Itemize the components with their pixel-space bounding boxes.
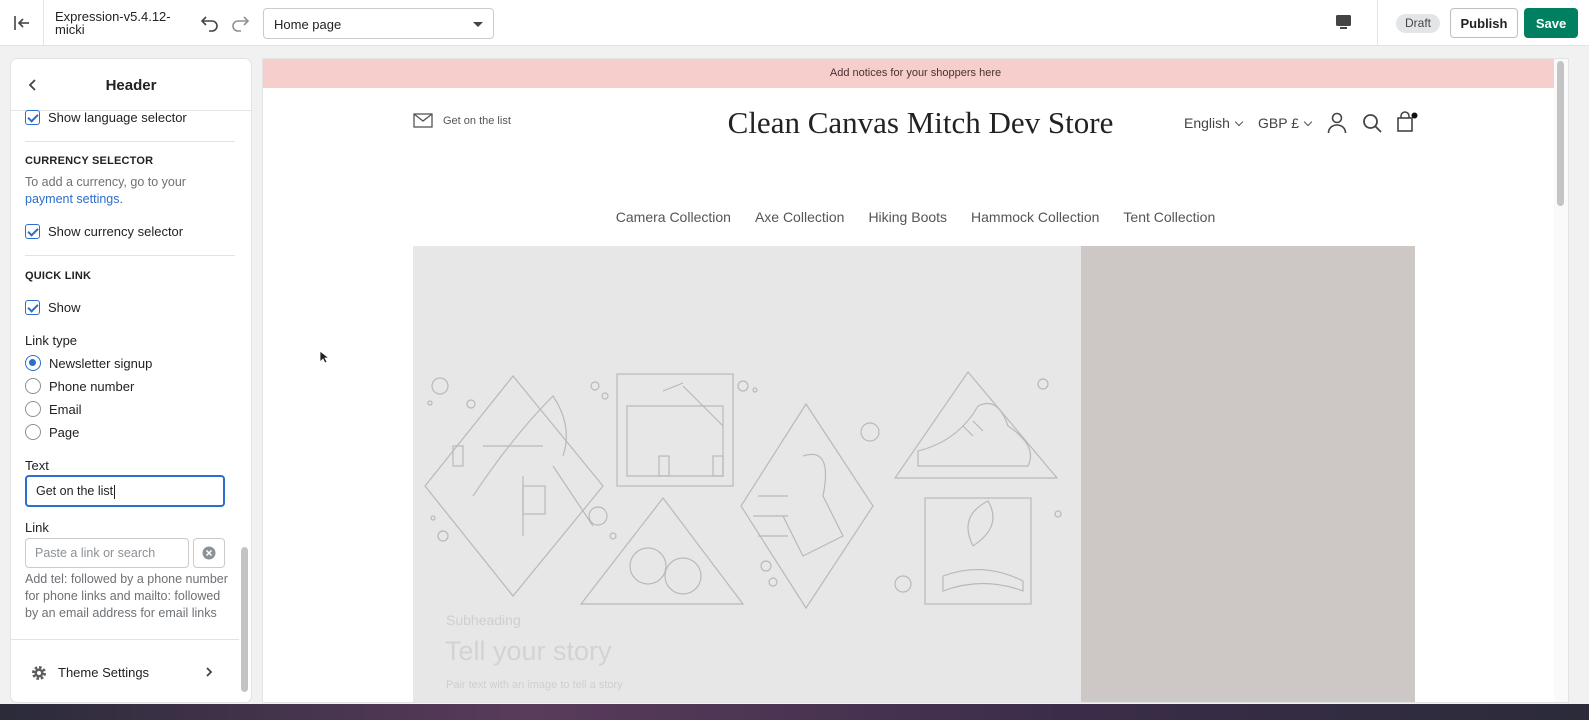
nav-item-tent-collection[interactable]: Tent Collection	[1123, 209, 1215, 225]
checkbox-checked-icon	[25, 109, 40, 125]
radio-icon	[25, 424, 41, 440]
exit-icon	[13, 16, 29, 30]
link-type-label: Link type	[25, 333, 78, 348]
quick-link-show-checkbox[interactable]: Show	[25, 299, 81, 315]
language-value: English	[1184, 115, 1230, 131]
announcement-bar[interactable]: Add notices for your shoppers here	[263, 59, 1568, 88]
account-icon[interactable]	[1327, 112, 1347, 134]
currency-selector[interactable]: GBP £	[1258, 115, 1313, 131]
mouse-cursor-icon	[319, 350, 329, 364]
exit-button[interactable]	[0, 0, 44, 46]
search-icon[interactable]	[1362, 113, 1382, 133]
chevron-down-icon	[1303, 117, 1313, 127]
hero-text: Pair text with an image to tell a story	[446, 679, 623, 691]
sidebar-title: Header	[105, 77, 157, 94]
text-cursor	[114, 484, 116, 499]
checkbox-checked-icon	[25, 299, 40, 315]
desktop-preview-button[interactable]	[1335, 14, 1352, 36]
theme-settings-label: Theme Settings	[58, 665, 150, 680]
radio-label: Phone number	[49, 378, 135, 394]
hero-subheading: Subheading	[446, 612, 521, 628]
save-button[interactable]: Save	[1524, 8, 1578, 38]
main-navigation: Camera Collection Axe Collection Hiking …	[263, 209, 1568, 225]
store-preview: Add notices for your shoppers here Get o…	[263, 59, 1568, 702]
quick-link-text: Get on the list	[443, 114, 511, 127]
undo-icon	[200, 16, 218, 32]
hero-secondary-panel	[1081, 246, 1415, 702]
undo-button[interactable]	[200, 12, 220, 37]
desktop-dock-strip	[0, 704, 1589, 720]
page-select-value: Home page	[274, 17, 342, 32]
settings-sidebar: Header Show language selector CURRENCY S…	[11, 59, 251, 702]
checkbox-label: Show language selector	[48, 109, 187, 125]
radio-email[interactable]: Email	[25, 401, 82, 417]
chevron-down-icon	[473, 22, 483, 27]
link-help-text: Add tel: followed by a phone number for …	[25, 572, 228, 620]
checkbox-label: Show	[48, 299, 81, 315]
page-select[interactable]: Home page	[263, 8, 494, 39]
topbar-divider	[1377, 0, 1378, 46]
clear-link-button[interactable]	[193, 538, 225, 568]
chevron-right-icon	[206, 667, 213, 677]
redo-button[interactable]	[230, 12, 250, 37]
show-language-selector-checkbox[interactable]: Show language selector	[25, 109, 187, 125]
radio-phone-number[interactable]: Phone number	[25, 378, 134, 394]
hero-title: Tell your story	[445, 636, 612, 666]
theme-name: Expression-v5.4.12-micki	[55, 9, 171, 37]
radio-icon	[25, 378, 41, 394]
section-heading-quick-link: QUICK LINK	[25, 270, 92, 282]
quick-link-newsletter[interactable]: Get on the list	[413, 113, 511, 128]
payment-settings-link[interactable]: payment settings.	[25, 192, 123, 206]
hero-section[interactable]: Subheading Tell your story Pair text wit…	[413, 246, 1415, 702]
radio-label: Email	[49, 401, 82, 417]
divider	[25, 141, 235, 142]
product-illustration	[424, 371, 1062, 610]
cart-icon[interactable]	[1396, 111, 1418, 133]
top-bar: Expression-v5.4.12-micki Home page Draft…	[0, 0, 1589, 46]
sidebar-scrollbar-thumb[interactable]	[241, 547, 248, 692]
preview-scrollbar-thumb[interactable]	[1557, 61, 1564, 206]
store-title[interactable]: Clean Canvas Mitch Dev Store	[713, 104, 1128, 141]
clear-icon	[202, 546, 216, 560]
radio-page[interactable]: Page	[25, 424, 79, 440]
show-currency-selector-checkbox[interactable]: Show currency selector	[25, 223, 183, 239]
sidebar-header: Header	[11, 59, 251, 111]
preview-scrollbar[interactable]	[1554, 59, 1568, 702]
nav-item-hammock-collection[interactable]: Hammock Collection	[971, 209, 1099, 225]
quick-link-text-input[interactable]: Get on the list	[25, 475, 225, 507]
radio-label: Newsletter signup	[49, 355, 153, 371]
status-badge: Draft	[1396, 14, 1441, 33]
nav-item-axe-collection[interactable]: Axe Collection	[755, 209, 845, 225]
radio-newsletter-signup[interactable]: Newsletter signup	[25, 355, 152, 371]
text-input-value: Get on the list	[36, 484, 114, 498]
language-selector[interactable]: English	[1184, 115, 1244, 131]
desktop-icon	[1336, 15, 1351, 29]
mail-icon	[413, 113, 433, 128]
chevron-down-icon	[1234, 117, 1244, 127]
divider	[25, 255, 235, 256]
link-input[interactable]: Paste a link or search	[25, 538, 189, 568]
currency-value: GBP £	[1258, 115, 1299, 131]
currency-help-text: To add a currency, go to your payment se…	[25, 174, 230, 208]
theme-settings-button[interactable]: Theme Settings	[11, 639, 239, 702]
radio-label: Page	[49, 424, 80, 440]
publish-button[interactable]: Publish	[1450, 8, 1518, 38]
radio-icon	[25, 401, 41, 417]
link-label: Link	[25, 520, 49, 535]
gear-icon	[32, 666, 46, 680]
help-text-prefix: To add a currency, go to your	[25, 175, 186, 189]
checkbox-checked-icon	[25, 223, 40, 239]
section-heading-currency: CURRENCY SELECTOR	[25, 155, 154, 167]
radio-selected-icon	[25, 355, 41, 371]
text-label: Text	[25, 458, 49, 473]
checkbox-label: Show currency selector	[48, 223, 184, 239]
nav-item-hiking-boots[interactable]: Hiking Boots	[868, 209, 947, 225]
redo-icon	[232, 16, 250, 32]
nav-item-camera-collection[interactable]: Camera Collection	[616, 209, 731, 225]
